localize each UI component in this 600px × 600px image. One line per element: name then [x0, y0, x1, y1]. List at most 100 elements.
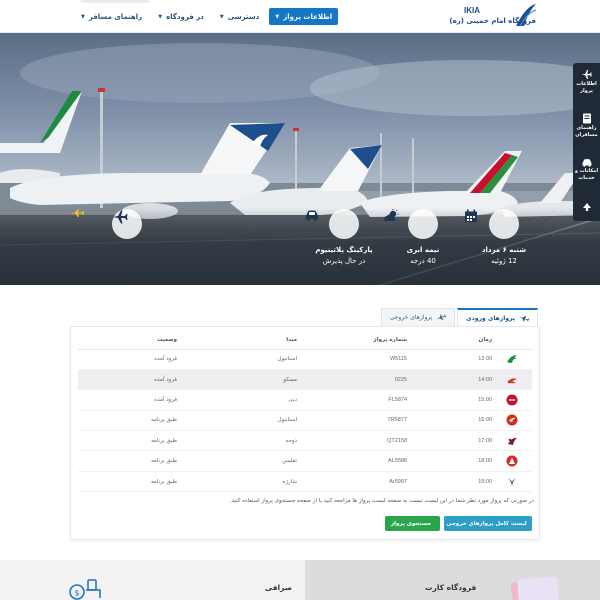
table-note: در صورتی که پرواز مورد نظر شما در این لی…	[229, 498, 534, 504]
site-header: IKIA فرودگاه امام خمینی (ره) اطلاعات پرو…	[0, 0, 600, 33]
table-row[interactable]: 16:00 TR5877 استانبول طبق برنامه	[78, 410, 532, 432]
origin-cell: دوحه	[177, 430, 297, 452]
flight-table: زمان شماره پرواز مبدا وضعیت 13:00 W5115 …	[78, 332, 532, 493]
calendar-icon	[465, 209, 519, 239]
table-row[interactable]: 17:00 QT2158 دوحه طبق برنامه	[78, 430, 532, 452]
table-row[interactable]: 18:00 AL5588 تفلیس طبق برنامه	[78, 450, 532, 472]
scroll-top-button[interactable]	[573, 202, 600, 213]
date-widget: شنبه ۶ مرداد 12 ژوئیه	[464, 209, 544, 279]
chevron-down-icon: ▼	[219, 13, 224, 20]
tab-label: پروازهای ورودی	[466, 315, 515, 322]
status-cell: طبق برنامه	[78, 410, 177, 432]
status-cell: فرود آمده	[78, 349, 177, 370]
table-row[interactable]: 14:00 0225 مسکو فرود آمده	[78, 369, 532, 391]
iran-air-logo-icon	[508, 477, 516, 487]
emirates-logo-icon	[506, 394, 518, 406]
status-cell: طبق برنامه	[78, 450, 177, 472]
side-item-label: پرواز	[580, 88, 593, 94]
airline-cell	[492, 349, 532, 370]
side-item-facilities[interactable]: امکانات و خدمات	[573, 158, 600, 182]
tab-label: پروازهای خروجی	[389, 314, 433, 321]
flight-number-input[interactable]	[70, 283, 180, 285]
weather-line1: نیمه ابری	[406, 246, 440, 254]
airline-cell	[492, 389, 532, 411]
table-header-row: زمان شماره پرواز مبدا وضعیت	[78, 332, 532, 350]
chevron-down-icon: ▼	[158, 13, 163, 20]
side-item-flight-info[interactable]: اطلاعات پرواز	[573, 69, 600, 95]
currency-exchange-icon: $	[69, 579, 101, 600]
origin-cell: دبی	[177, 389, 297, 411]
flight-number-cell: 0225	[297, 369, 407, 391]
header-flight-number: شماره پرواز	[297, 332, 407, 350]
book-icon	[582, 113, 591, 124]
time-cell: 18:00	[407, 450, 492, 472]
full-list-label: لیست کامل پروازهای خروجی	[446, 520, 527, 527]
takeoff-icon	[436, 314, 447, 320]
search-flights-button[interactable]: جستجوی پرواز	[385, 516, 440, 531]
nav-item-label: دسترسی	[227, 12, 260, 21]
origin-cell: استانبول	[177, 349, 297, 370]
header-time: زمان	[407, 332, 492, 350]
arrow-up-icon	[582, 203, 591, 211]
time-cell: 19:00	[407, 471, 492, 493]
plane-icon	[112, 209, 142, 239]
side-item-passenger-guide[interactable]: راهنمای مسافران	[573, 113, 600, 139]
airline-cell	[492, 410, 532, 432]
time-cell: 16:00	[407, 410, 492, 432]
turkish-airlines-logo-icon	[506, 414, 518, 426]
table-row[interactable]: 15:00 FL5874 دبی فرود آمده	[78, 389, 532, 411]
nav-item-passenger-guide[interactable]: راهنمای مسافر ▼	[75, 8, 148, 25]
tab-departures[interactable]: پروازهای خروجی	[380, 308, 456, 326]
header-origin: مبدا	[177, 332, 297, 350]
nav-item-label: اطلاعات پرواز	[283, 12, 333, 21]
table-row[interactable]: 19:00 Ar5997 شارژه طبق برنامه	[78, 471, 532, 493]
side-item-label: اطلاعات	[576, 81, 597, 87]
header-airline	[492, 332, 532, 350]
exchange-title[interactable]: صرافی	[265, 583, 292, 592]
origin-cell: شارژه	[177, 471, 297, 493]
logo-text-en: IKIA	[464, 6, 480, 15]
header-status: وضعیت	[78, 332, 177, 350]
side-item-label: راهنمای	[576, 125, 597, 131]
ikia-logo-icon	[516, 4, 537, 27]
flight-tabs: پروازهای ورودی پروازهای خروجی	[380, 308, 538, 327]
date-line2: 12 ژوئیه	[491, 257, 517, 265]
airline-cell	[492, 471, 532, 493]
nav-item-access[interactable]: دسترسی ▼	[214, 8, 266, 25]
flight-input-plane-icon	[70, 209, 84, 217]
nav-item-label: در فرودگاه	[166, 12, 204, 21]
side-item-label: مسافران	[575, 132, 598, 138]
status-cell: طبق برنامه	[78, 430, 177, 452]
hero-banner: شنبه ۶ مرداد 12 ژوئیه نیمه ابری 40 درجه …	[0, 33, 600, 285]
flight-number-cell: FL5874	[297, 389, 407, 411]
svg-text:$: $	[74, 589, 79, 598]
site-logo[interactable]: IKIA فرودگاه امام خمینی (ره)	[449, 2, 538, 30]
exchange-section	[0, 560, 305, 600]
airline-cell	[492, 430, 532, 452]
side-item-label: خدمات	[578, 175, 595, 181]
time-cell: 13:00	[407, 349, 492, 370]
flight-number-cell: W5115	[297, 349, 407, 370]
airline-cell	[492, 369, 532, 391]
main-nav: اطلاعات پرواز ▼ دسترسی ▼ در فرودگاه ▼ را…	[75, 8, 339, 26]
flight-actions: جستجوی پرواز لیست کامل پروازهای خروجی	[385, 516, 532, 531]
airline-cell	[492, 450, 532, 472]
nav-item-at-airport[interactable]: در فرودگاه ▼	[152, 8, 210, 25]
mahan-air-logo-icon	[507, 355, 517, 364]
time-cell: 17:00	[407, 430, 492, 452]
air-arabia-logo-icon	[506, 455, 518, 467]
full-departures-list-button[interactable]: لیست کامل پروازهای خروجی	[444, 516, 532, 531]
table-row[interactable]: 13:00 W5115 استانبول فرود آمده	[78, 349, 532, 370]
nav-item-flight-info[interactable]: اطلاعات پرواز ▼	[269, 8, 339, 25]
tab-arrivals[interactable]: پروازهای ورودی	[457, 308, 538, 327]
time-cell: 14:00	[407, 369, 492, 391]
aeroflot-logo-icon	[507, 378, 517, 383]
plane-icon	[581, 70, 592, 79]
flight-number-cell: AL5588	[297, 450, 407, 472]
airport-card-title[interactable]: فرودگاه کارت	[425, 583, 476, 592]
parking-widget: پارکینگ پلاتینیوم در حال پذیرش	[304, 209, 384, 279]
status-cell: فرود آمده	[78, 389, 177, 411]
parking-line1: پارکینگ پلاتینیوم	[315, 246, 373, 254]
status-cell: فرود آمده	[78, 369, 177, 391]
top-strip	[80, 0, 150, 3]
